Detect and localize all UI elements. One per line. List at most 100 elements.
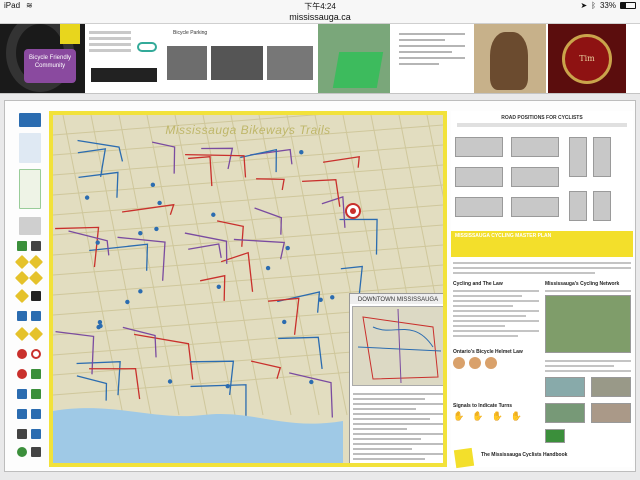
trail-marker: [125, 299, 130, 305]
legend-icon-column: [13, 107, 47, 463]
info-panel: ROAD POSITIONS FOR CYCLISTS MISSISSAUGA …: [451, 111, 633, 469]
handbook-footer: The Mississauga Cyclists Handbook: [451, 447, 633, 469]
thumbnail-page-3[interactable]: Bicycle Parking: [163, 24, 318, 93]
lane-diagram: [593, 137, 611, 177]
stop-sign-icon: [17, 369, 27, 379]
inset-title: DOWNTOWN MISSISSAUGA: [350, 294, 443, 304]
trail-marker: [154, 226, 159, 232]
location-icon: ➤: [580, 1, 588, 10]
legend-icon: [19, 217, 41, 235]
inset-map: [352, 306, 443, 386]
battery-icon: [620, 2, 636, 9]
road-positions-heading: ROAD POSITIONS FOR CYCLISTS: [501, 115, 583, 121]
park-icon: [17, 241, 27, 251]
legend-icon: [31, 429, 41, 439]
trail-marker: [282, 319, 287, 325]
trail-marker: [309, 379, 314, 385]
address-bar[interactable]: mississauga.ca: [0, 12, 640, 24]
tile-heading: Bicycle Parking: [173, 30, 208, 36]
legend-icon: [17, 311, 27, 321]
bike-logo: [545, 429, 565, 443]
clock: 下午4:24: [304, 2, 336, 11]
helmet-law-heading: Ontario's Bicycle Helmet Law: [453, 349, 523, 355]
helmet-icon: [469, 357, 481, 369]
trail-photo: [591, 377, 631, 397]
legend-icon: [31, 291, 41, 301]
trail-marker: [138, 289, 143, 294]
warning-sign-icon: [14, 270, 30, 286]
legend-icon: [31, 409, 41, 419]
lane-diagram: [455, 197, 503, 217]
status-bar: iPad ≋ 下午4:24 ➤ ᛒ 33%: [0, 0, 640, 12]
coffee-cup-logo: Tim Hortons: [562, 34, 612, 84]
lane-diagram: [455, 137, 503, 157]
trail-marker: [265, 265, 271, 271]
cyclist-signal-icon: ✋: [491, 411, 503, 421]
cycling-law-heading: Cycling and The Law: [453, 281, 503, 287]
trail-marker: [150, 182, 156, 188]
trail-photo: [545, 403, 585, 423]
thumbnail-page-7[interactable]: Tim Hortons: [548, 24, 626, 93]
bluetooth-icon: ᛒ: [591, 1, 596, 10]
legend-icon: [17, 389, 27, 399]
battery-fill: [621, 3, 626, 8]
trail-marker: [318, 297, 323, 303]
thumbnail-page-6[interactable]: [474, 24, 546, 93]
cycling-law-section: Cycling and The Law: [453, 281, 539, 340]
thumbnail-page-2[interactable]: [85, 24, 163, 93]
trail-photo: [545, 377, 585, 397]
thumbnail-page-5[interactable]: [394, 24, 470, 93]
legend-icon: [17, 447, 27, 457]
master-plan-title: MISSISSAUGA CYCLING MASTER PLAN: [455, 233, 552, 239]
page-thumbnail-strip[interactable]: Bicycle Friendly Community Bicycle Parki…: [0, 24, 640, 94]
signals-section: Signals to Indicate Turns ✋ ✋ ✋ ✋: [453, 403, 539, 422]
trail-marker: [138, 230, 143, 236]
legend-icon: [31, 389, 41, 399]
helmet-icon: [485, 357, 497, 369]
sponsor-logo: [91, 68, 157, 82]
bike-rack-photo: [167, 46, 207, 80]
inset-legend-text: [353, 390, 443, 463]
handbook-title: The Mississauga Cyclists Handbook: [481, 452, 568, 458]
trail-marker: [84, 195, 90, 200]
stop-sign-icon: [17, 349, 27, 359]
document-page[interactable]: Mississauga Bikeways Trails DOWNTOWN MIS…: [4, 100, 636, 472]
bike-icon: [19, 113, 41, 127]
bike-rack-photo: [267, 46, 313, 80]
legend-icon: [19, 169, 41, 209]
cyclist-signal-icon: ✋: [453, 411, 465, 421]
trail-marker: [95, 240, 100, 245]
trail-marker: [299, 150, 304, 155]
warning-sign-icon: [28, 254, 44, 270]
bikeways-map[interactable]: Mississauga Bikeways Trails DOWNTOWN MIS…: [49, 111, 447, 467]
trail-marker: [225, 383, 230, 389]
thumbnail-page-1[interactable]: Bicycle Friendly Community: [0, 24, 85, 93]
legend-icon: [31, 369, 41, 379]
cyclist-signal-icon: ✋: [510, 411, 522, 421]
lane-diagram: [455, 167, 503, 187]
legend-icon: [17, 409, 27, 419]
trail-marker: [211, 212, 216, 217]
trail-marker: [97, 320, 103, 325]
master-plan-banner: MISSISSAUGA CYCLING MASTER PLAN: [451, 231, 633, 257]
legend-icon: [19, 133, 41, 163]
trail-marker: [157, 200, 162, 206]
legend-icon: [31, 447, 41, 457]
downtown-inset[interactable]: DOWNTOWN MISSISSAUGA: [349, 293, 443, 463]
bike-lane-photo: [332, 52, 384, 88]
lane-diagram: [511, 197, 559, 217]
cycling-network-heading: Mississauga's Cycling Network: [545, 281, 620, 287]
battery-percent: 33%: [599, 1, 616, 10]
warning-sign-icon: [28, 326, 44, 342]
helmet-icon: [453, 357, 465, 369]
trail-marker: [216, 284, 222, 289]
lane-diagram: [511, 167, 559, 187]
no-bike-icon: [31, 349, 41, 359]
bicycle-friendly-badge: Bicycle Friendly Community: [24, 49, 76, 83]
legend-icon: [31, 241, 41, 251]
lane-diagram: [593, 191, 611, 221]
warning-sign-icon: [14, 326, 30, 342]
thumbnail-page-4[interactable]: [318, 24, 390, 93]
signals-heading: Signals to Indicate Turns: [453, 403, 513, 409]
cyclist-photo: [545, 295, 631, 353]
